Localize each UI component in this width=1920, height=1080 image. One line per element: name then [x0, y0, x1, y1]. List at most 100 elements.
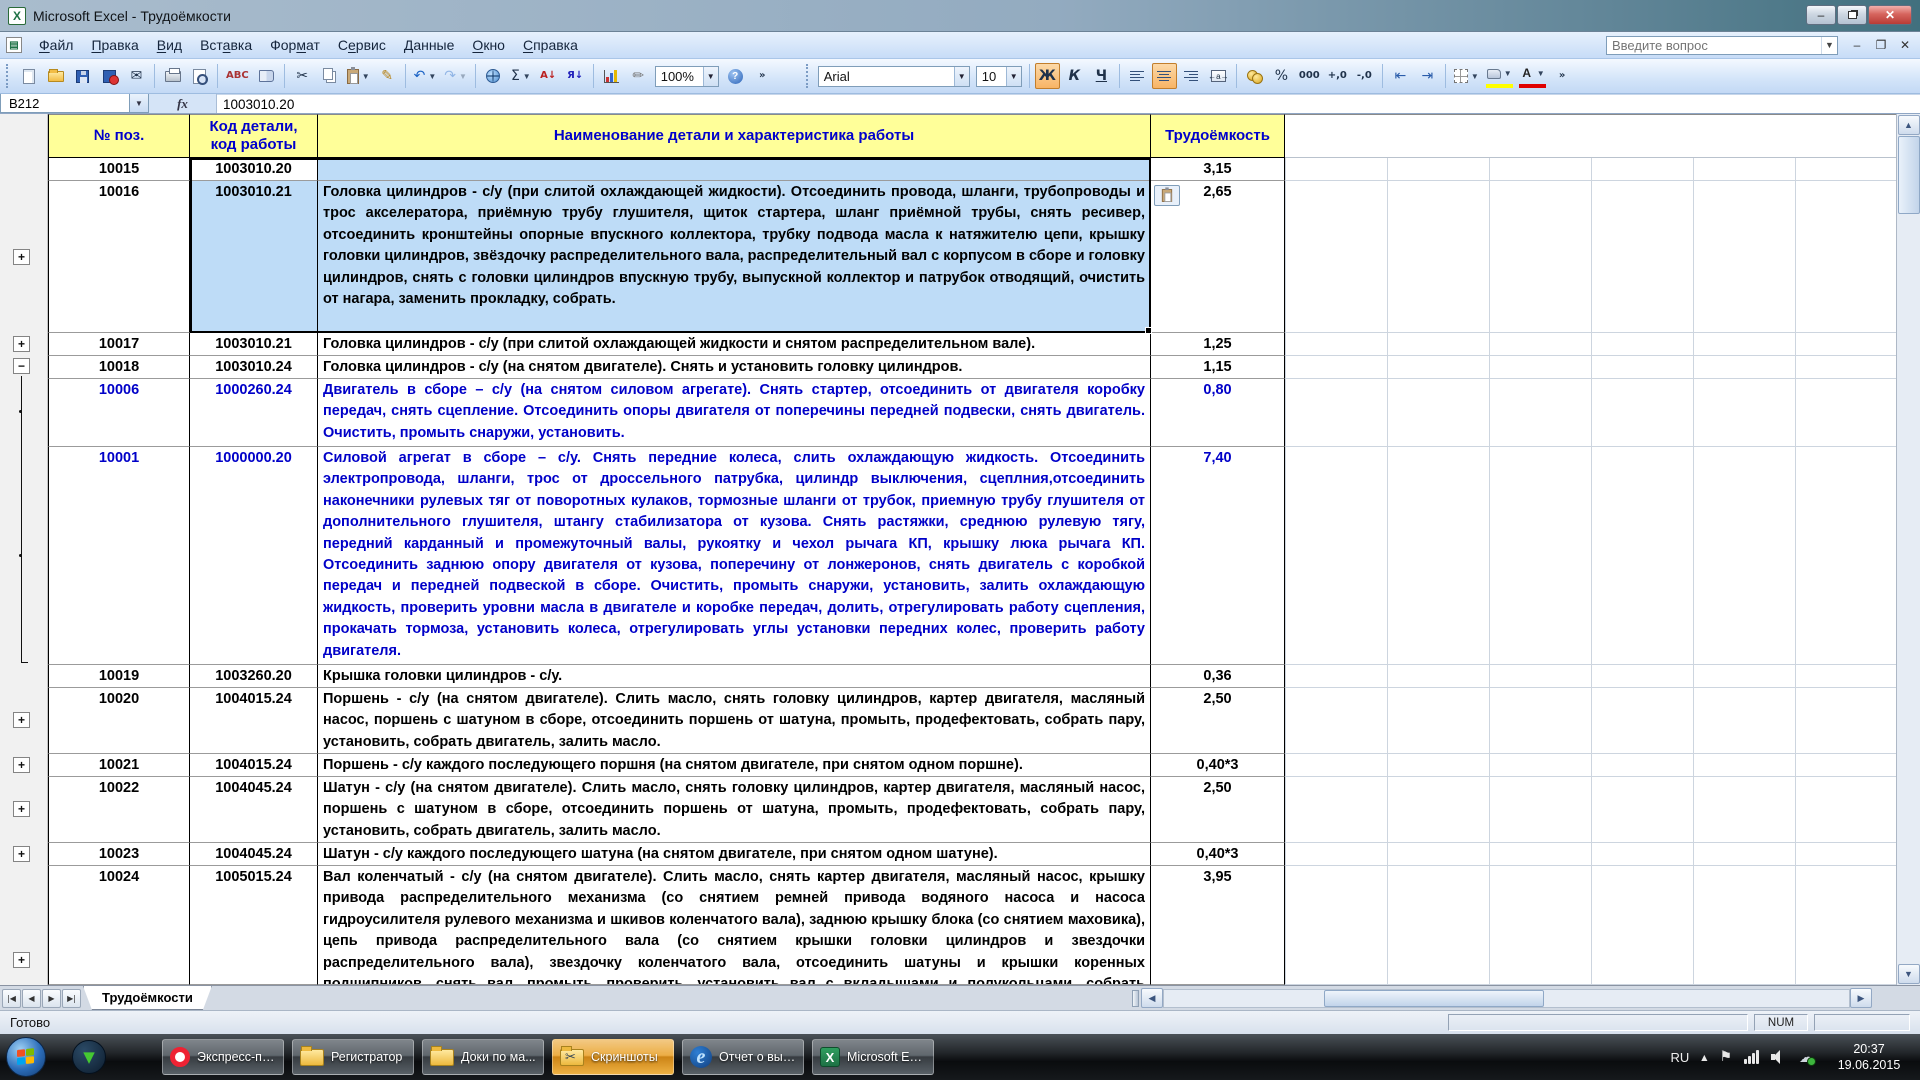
horizontal-scroll-track[interactable]	[1163, 989, 1850, 1008]
cell-labor[interactable]: 0,80	[1151, 379, 1285, 447]
cell-pos[interactable]: 10017	[48, 333, 190, 356]
underline-button[interactable]: Ч	[1089, 63, 1114, 89]
action-center-icon[interactable]: ⚑	[1719, 1049, 1732, 1065]
menu-item-9[interactable]: Справка	[514, 34, 587, 56]
sheet-tab-trudoemkosti[interactable]: Трудоёмкости	[83, 986, 212, 1010]
vertical-scroll-track[interactable]	[1897, 214, 1920, 963]
new-document-button[interactable]	[16, 63, 41, 89]
taskbar-button-microsoft-ex-[interactable]: XMicrosoft Ex...	[812, 1039, 934, 1075]
cell-desc[interactable]: Вал коленчатый - с/у (на снятом двигател…	[318, 866, 1151, 985]
toolbar-options-button-2[interactable]: »	[1550, 63, 1575, 89]
menu-item-1[interactable]: Файл	[30, 34, 82, 56]
vertical-scroll-thumb[interactable]	[1898, 136, 1920, 214]
toolbar-grip[interactable]	[6, 64, 11, 88]
chevron-down-icon[interactable]: ▼	[362, 72, 370, 81]
name-box[interactable]: B212	[0, 94, 130, 113]
cell-desc[interactable]: Головка цилиндров - с/у (на снятом двига…	[318, 356, 1151, 379]
chevron-down-icon[interactable]: ▼	[428, 72, 436, 81]
cell-desc[interactable]	[318, 158, 1151, 181]
cell-empty[interactable]	[1285, 866, 1896, 985]
menu-item-8[interactable]: Окно	[463, 34, 514, 56]
undo-button[interactable]: ↶▼	[411, 63, 440, 89]
scroll-right-button[interactable]: ▶	[1850, 988, 1872, 1008]
format-painter-button[interactable]: ✎	[375, 63, 400, 89]
help-button[interactable]: ?	[723, 63, 748, 89]
taskbar-button-экспресс-па-[interactable]: Экспресс-па...	[162, 1039, 284, 1075]
taskbar-button-отчет-о-выз-[interactable]: eОтчет о выз...	[682, 1039, 804, 1075]
cell-desc[interactable]: Силовой агрегат в сборе – с/у. Снять пер…	[318, 447, 1151, 665]
redo-button[interactable]: ↷▼	[441, 63, 470, 89]
chart-wizard-button[interactable]	[599, 63, 624, 89]
menu-item-4[interactable]: Вставка	[191, 34, 261, 56]
cell-labor[interactable]: 1,25	[1151, 333, 1285, 356]
outline-expand-button[interactable]: +	[13, 249, 30, 265]
borders-button[interactable]: ▼	[1451, 63, 1482, 89]
increase-decimal-button[interactable]: +,0	[1325, 63, 1350, 89]
chevron-down-icon[interactable]: ▼	[523, 72, 531, 81]
cell-code[interactable]: 1003010.21	[190, 333, 318, 356]
cell-labor[interactable]: 1,15	[1151, 356, 1285, 379]
close-button[interactable]: ✕	[1868, 5, 1912, 25]
fill-handle[interactable]	[1145, 327, 1152, 334]
chevron-down-icon[interactable]: ▼	[703, 67, 718, 86]
cell-desc[interactable]: Шатун - с/у каждого последующего шатуна …	[318, 843, 1151, 866]
increase-indent-button[interactable]: ⇥	[1415, 63, 1440, 89]
cell-empty[interactable]	[1285, 333, 1896, 356]
cell-desc[interactable]: Двигатель в сборе – с/у (на снятом силов…	[318, 379, 1151, 447]
language-indicator[interactable]: RU	[1671, 1050, 1690, 1065]
cell-code[interactable]: 1003010.24	[190, 356, 318, 379]
taskbar-button-доки-по-ма-[interactable]: Доки по ма...	[422, 1039, 544, 1075]
chevron-down-icon[interactable]: ▼	[954, 67, 969, 86]
chevron-down-icon[interactable]: ▼	[1504, 69, 1512, 78]
bold-button[interactable]: Ж	[1035, 63, 1060, 89]
chevron-down-icon[interactable]: ▼	[1821, 37, 1837, 54]
cell-pos[interactable]: 10021	[48, 754, 190, 777]
decrease-decimal-button[interactable]: -,0	[1352, 63, 1377, 89]
sort-ascending-button[interactable]: А↓	[536, 63, 561, 89]
cell-labor[interactable]: 3,95	[1151, 866, 1285, 985]
paste-options-button[interactable]	[1154, 185, 1180, 206]
cell-pos[interactable]: 10020	[48, 688, 190, 754]
cell-code[interactable]: 1004045.24	[190, 777, 318, 843]
minimize-button[interactable]: –	[1806, 5, 1836, 25]
outline-expand-button[interactable]: +	[13, 846, 30, 862]
cell-empty[interactable]	[1285, 665, 1896, 688]
sync-tray-icon[interactable]: ☁	[1799, 1048, 1814, 1066]
cell-desc[interactable]: Шатун - с/у (на снятом двигателе). Слить…	[318, 777, 1151, 843]
download-manager-icon[interactable]: ▼	[72, 1040, 106, 1074]
scroll-up-button[interactable]: ▲	[1898, 115, 1920, 135]
print-preview-button[interactable]	[187, 63, 212, 89]
cell-desc[interactable]: Головка цилиндров - с/у (при слитой охла…	[318, 333, 1151, 356]
cell-empty[interactable]	[1285, 181, 1896, 333]
network-icon[interactable]	[1744, 1050, 1759, 1064]
cell-code[interactable]: 1000260.24	[190, 379, 318, 447]
cell-pos[interactable]: 10018	[48, 356, 190, 379]
cell-pos[interactable]: 10006	[48, 379, 190, 447]
horizontal-scroll-thumb[interactable]	[1324, 990, 1544, 1007]
cell-pos[interactable]: 10019	[48, 665, 190, 688]
menu-item-3[interactable]: Вид	[148, 34, 191, 56]
cell-empty[interactable]	[1285, 777, 1896, 843]
cut-button[interactable]: ✂	[290, 63, 315, 89]
cell-code[interactable]: 1003010.21	[190, 181, 318, 333]
cell-pos[interactable]: 10024	[48, 866, 190, 985]
formula-input[interactable]: 1003010.20	[217, 94, 1920, 113]
cell-empty[interactable]	[1285, 447, 1896, 665]
chevron-down-icon[interactable]: ▼	[1471, 72, 1479, 81]
percent-button[interactable]: %	[1269, 63, 1294, 89]
cell-code[interactable]: 1004015.24	[190, 754, 318, 777]
outline-expand-button[interactable]: +	[13, 801, 30, 817]
scroll-left-button[interactable]: ◀	[1141, 988, 1163, 1008]
cell-pos[interactable]: 10015	[48, 158, 190, 181]
function-wizard-icon[interactable]: fx	[177, 96, 188, 112]
toolbar-options-button[interactable]: »	[750, 63, 775, 89]
zoom-combo[interactable]: 100%▼	[655, 66, 719, 87]
decrease-indent-button[interactable]: ⇤	[1388, 63, 1413, 89]
outline-collapse-button[interactable]: −	[13, 358, 30, 374]
volume-icon[interactable]	[1771, 1050, 1787, 1064]
next-sheet-button[interactable]: ▶	[42, 989, 61, 1008]
last-sheet-button[interactable]: ▶|	[62, 989, 81, 1008]
chevron-down-icon[interactable]: ▼	[459, 72, 467, 81]
chevron-down-icon[interactable]: ▼	[1006, 67, 1021, 86]
cell-labor[interactable]: 3,15	[1151, 158, 1285, 181]
